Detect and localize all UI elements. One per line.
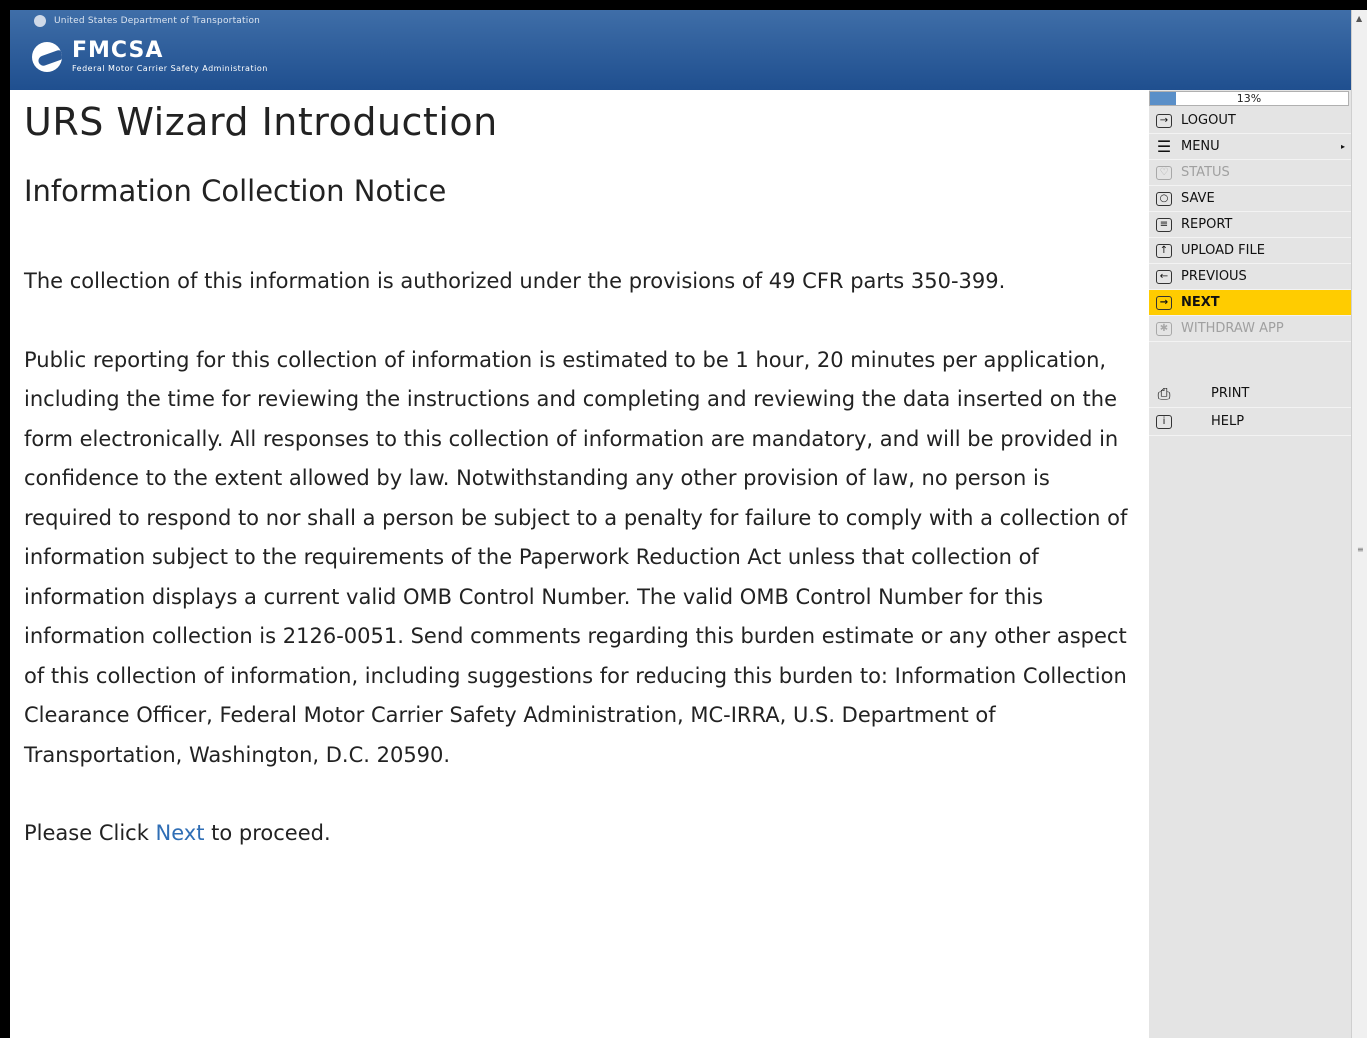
proceed-text-before: Please Click: [24, 821, 156, 845]
sidebar-item-label: UPLOAD FILE: [1181, 243, 1265, 258]
print-icon: ⎙: [1157, 383, 1171, 403]
page-title: URS Wizard Introduction: [24, 100, 498, 144]
sidebar-item-report[interactable]: ≡ REPORT: [1149, 212, 1351, 238]
sidebar-item-label: PREVIOUS: [1181, 269, 1247, 284]
main-content: URS Wizard Introduction Information Coll…: [24, 96, 1134, 854]
sidebar-item-label: HELP: [1211, 414, 1245, 429]
withdraw-icon: ✱: [1153, 320, 1175, 338]
status-icon: ♡: [1153, 164, 1175, 182]
sidebar-item-logout[interactable]: → LOGOUT: [1149, 108, 1351, 134]
sidebar-item-label: LOGOUT: [1181, 113, 1236, 128]
progress-bar: 13%: [1149, 91, 1349, 106]
burden-paragraph: Public reporting for this collection of …: [24, 347, 1128, 767]
sidebar-item-save[interactable]: ○ SAVE: [1149, 186, 1351, 212]
dot-text: United States Department of Transportati…: [54, 16, 261, 26]
dot-bar: United States Department of Transportati…: [10, 10, 1351, 32]
save-icon: ○: [1153, 190, 1175, 208]
sidebar-item-help[interactable]: i HELP: [1149, 408, 1351, 436]
sidebar-item-withdraw-app[interactable]: ✱ WITHDRAW APP: [1149, 316, 1351, 342]
scroll-grip-icon[interactable]: ≡: [1357, 545, 1364, 554]
next-icon: →: [1153, 294, 1175, 312]
sidebar-item-label: PRINT: [1211, 386, 1250, 401]
sidebar-item-menu[interactable]: ☰ MENU ▸: [1149, 134, 1351, 160]
upload-icon: ↑: [1153, 242, 1175, 260]
sidebar-item-label: MENU: [1181, 139, 1220, 154]
section-subtitle: Information Collection Notice: [24, 174, 447, 208]
menu-icon: ☰: [1156, 136, 1172, 156]
sidebar-item-next[interactable]: → NEXT: [1149, 290, 1351, 316]
vertical-scrollbar[interactable]: ▲ ≡: [1351, 10, 1367, 1038]
sidebar-item-label: REPORT: [1181, 217, 1233, 232]
sidebar-item-previous[interactable]: ← PREVIOUS: [1149, 264, 1351, 290]
next-link[interactable]: Next: [156, 821, 205, 845]
sidebar-item-status[interactable]: ♡ STATUS: [1149, 160, 1351, 186]
brand-subtitle: Federal Motor Carrier Safety Administrat…: [72, 64, 268, 73]
logout-icon: →: [1153, 112, 1175, 130]
report-icon: ≡: [1153, 216, 1175, 234]
sidebar-item-upload-file[interactable]: ↑ UPLOAD FILE: [1149, 238, 1351, 264]
brand-name: FMCSA: [72, 38, 164, 63]
submenu-caret-icon: ▸: [1340, 142, 1345, 151]
site-header: United States Department of Transportati…: [10, 10, 1351, 90]
sidebar: 13% → LOGOUT ☰ MENU ▸ ♡ STATUS ○ SAVE ≡ …: [1149, 90, 1351, 1038]
scroll-up-arrow-icon[interactable]: ▲: [1356, 14, 1362, 23]
brand[interactable]: FMCSA Federal Motor Carrier Safety Admin…: [32, 40, 268, 73]
dot-logo-icon: [34, 15, 46, 27]
sidebar-item-label: NEXT: [1181, 295, 1220, 310]
progress-text: 13%: [1236, 92, 1262, 105]
proceed-text-after: to proceed.: [204, 821, 331, 845]
help-icon: i: [1153, 413, 1175, 431]
proceed-paragraph: Please Click Next to proceed.: [24, 814, 1134, 854]
sidebar-item-label: STATUS: [1181, 165, 1230, 180]
sidebar-menu: → LOGOUT ☰ MENU ▸ ♡ STATUS ○ SAVE ≡ REPO…: [1149, 108, 1351, 436]
previous-icon: ←: [1153, 268, 1175, 286]
sidebar-item-print[interactable]: ⎙ PRINT: [1149, 380, 1351, 408]
fmcsa-logo-icon: [32, 41, 62, 72]
authority-paragraph: The collection of this information is au…: [24, 269, 1006, 293]
sidebar-item-label: SAVE: [1181, 191, 1215, 206]
sidebar-item-label: WITHDRAW APP: [1181, 321, 1284, 336]
